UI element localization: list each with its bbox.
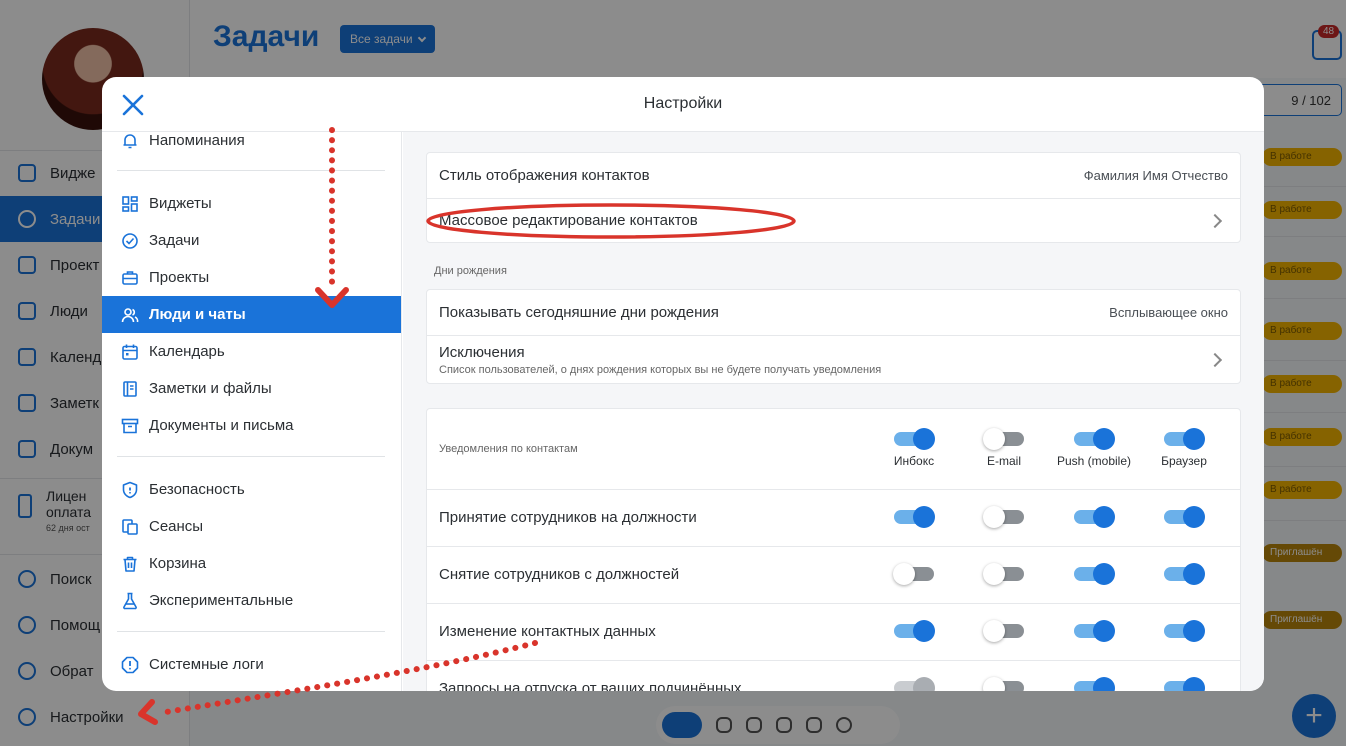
birthdays-card: Показывать сегодняшние дни рождения Вспл… [426,289,1241,384]
toggle-push[interactable] [1074,677,1115,691]
toggle-knob [1183,563,1205,585]
display-style-value: Фамилия Имя Отчество [1083,168,1228,183]
menu-item-widgets[interactable]: Виджеты [102,185,401,222]
menu-item-trash[interactable]: Корзина [102,545,401,582]
toggle-knob [983,506,1005,528]
exceptions-row[interactable]: Исключения Список пользователей, о днях … [427,335,1240,384]
contacts-card: Стиль отображения контактов Фамилия Имя … [426,152,1241,243]
modal-title: Настройки [643,95,723,112]
menu-item-documents[interactable]: Документы и письма [102,407,401,444]
menu-item-syslogs[interactable]: Системные логи [102,646,401,683]
devices-icon [122,518,138,535]
notebook-icon [123,380,137,397]
notification-row: Изменение контактных данных [439,623,656,640]
toggle-knob [1093,620,1115,642]
toggle-inbox[interactable] [894,428,935,450]
toggle-knob [983,563,1005,585]
menu-item-calendar[interactable]: Календарь [102,333,401,370]
toggle-knob [913,620,935,642]
toggle-knob [893,563,915,585]
toggle-knob [983,428,1005,450]
settings-modal: Настройки Напоминания Виджеты Задачи Про… [102,77,1264,691]
toggle-knob [1183,428,1205,450]
toggle-push[interactable] [1074,428,1115,450]
toggle-inbox[interactable] [893,563,934,585]
modal-header: Настройки [102,77,1264,132]
column-label-browser: Браузер [1161,454,1207,468]
toggle-knob [913,506,935,528]
toggle-email[interactable] [983,563,1024,585]
toggle-knob [983,620,1005,642]
menu-item-people[interactable]: Люди и чаты [102,296,401,333]
flask-icon [123,592,137,609]
toggle-email[interactable] [983,428,1024,450]
toggle-knob [913,428,935,450]
show-today-birthdays-row[interactable]: Показывать сегодняшние дни рождения Вспл… [427,290,1240,335]
column-label-inbox: Инбокс [893,454,935,468]
section-label: Дни рождения [434,265,507,277]
toggle-browser[interactable] [1164,563,1205,585]
menu-item-reminders[interactable]: Напоминания [102,132,401,159]
toggle-knob [1093,506,1115,528]
toggle-browser[interactable] [1164,620,1205,642]
toggle-inbox[interactable] [894,506,935,528]
bell-icon [123,133,137,148]
toggle-knob [1183,620,1205,642]
alert-octagon-icon [121,656,139,673]
menu-item-security[interactable]: Безопасность [102,471,401,508]
menu-item-tasks[interactable]: Задачи [102,222,401,259]
column-label-email: E-mail [986,454,1021,468]
toggle-push[interactable] [1074,563,1115,585]
toggle-email[interactable] [983,620,1024,642]
toggle-browser[interactable] [1164,677,1205,691]
toggle-knob [1093,563,1115,585]
notifications-header-row: Уведомления по контактам [439,443,578,455]
trash-icon [123,556,137,572]
menu-item-sessions[interactable]: Сеансы [102,508,401,545]
divider [117,631,385,632]
toggle-email[interactable] [983,506,1024,528]
briefcase-icon [122,270,138,285]
shield-icon [122,481,138,498]
notification-row: Принятие сотрудников на должности [439,509,697,526]
notifications-card: Уведомления по контактам Инбокс E-mail P… [426,408,1241,691]
toggle-browser[interactable] [1164,428,1205,450]
chevron-right-icon [1207,213,1223,228]
check-circle-icon [122,232,138,249]
toggle-push[interactable] [1074,620,1115,642]
divider [117,456,385,457]
divider [117,170,385,171]
toggle-email[interactable] [983,677,1024,691]
toggle-knob [1183,506,1205,528]
toggle-push[interactable] [1074,506,1115,528]
menu-item-notes[interactable]: Заметки и файлы [102,370,401,407]
notification-row: Запросы на отпуска от ваших подчинённых [439,680,742,691]
display-style-row[interactable]: Стиль отображения контактов Фамилия Имя … [427,153,1240,198]
menu-item-projects[interactable]: Проекты [102,259,401,296]
chevron-right-icon [1207,352,1223,367]
column-label-push: Push (mobile) [1056,454,1132,468]
toggle-browser[interactable] [1164,506,1205,528]
settings-menu: Напоминания Виджеты Задачи Проекты Люди … [102,132,402,691]
calendar-icon [122,344,138,360]
notification-row: Снятие сотрудников с должностей [439,566,680,583]
toggle-knob [1093,428,1115,450]
toggle-inbox[interactable] [894,620,935,642]
mass-edit-row[interactable]: Массовое редактирование контактов [427,198,1240,243]
menu-item-experimental[interactable]: Экспериментальные [102,582,401,619]
show-today-birthdays-value: Всплывающее окно [1109,305,1228,320]
archive-icon [121,418,139,433]
widgets-icon [122,195,138,212]
settings-content: Стиль отображения контактов Фамилия Имя … [403,132,1264,691]
people-icon [121,307,139,322]
toggle-inbox [894,677,935,691]
